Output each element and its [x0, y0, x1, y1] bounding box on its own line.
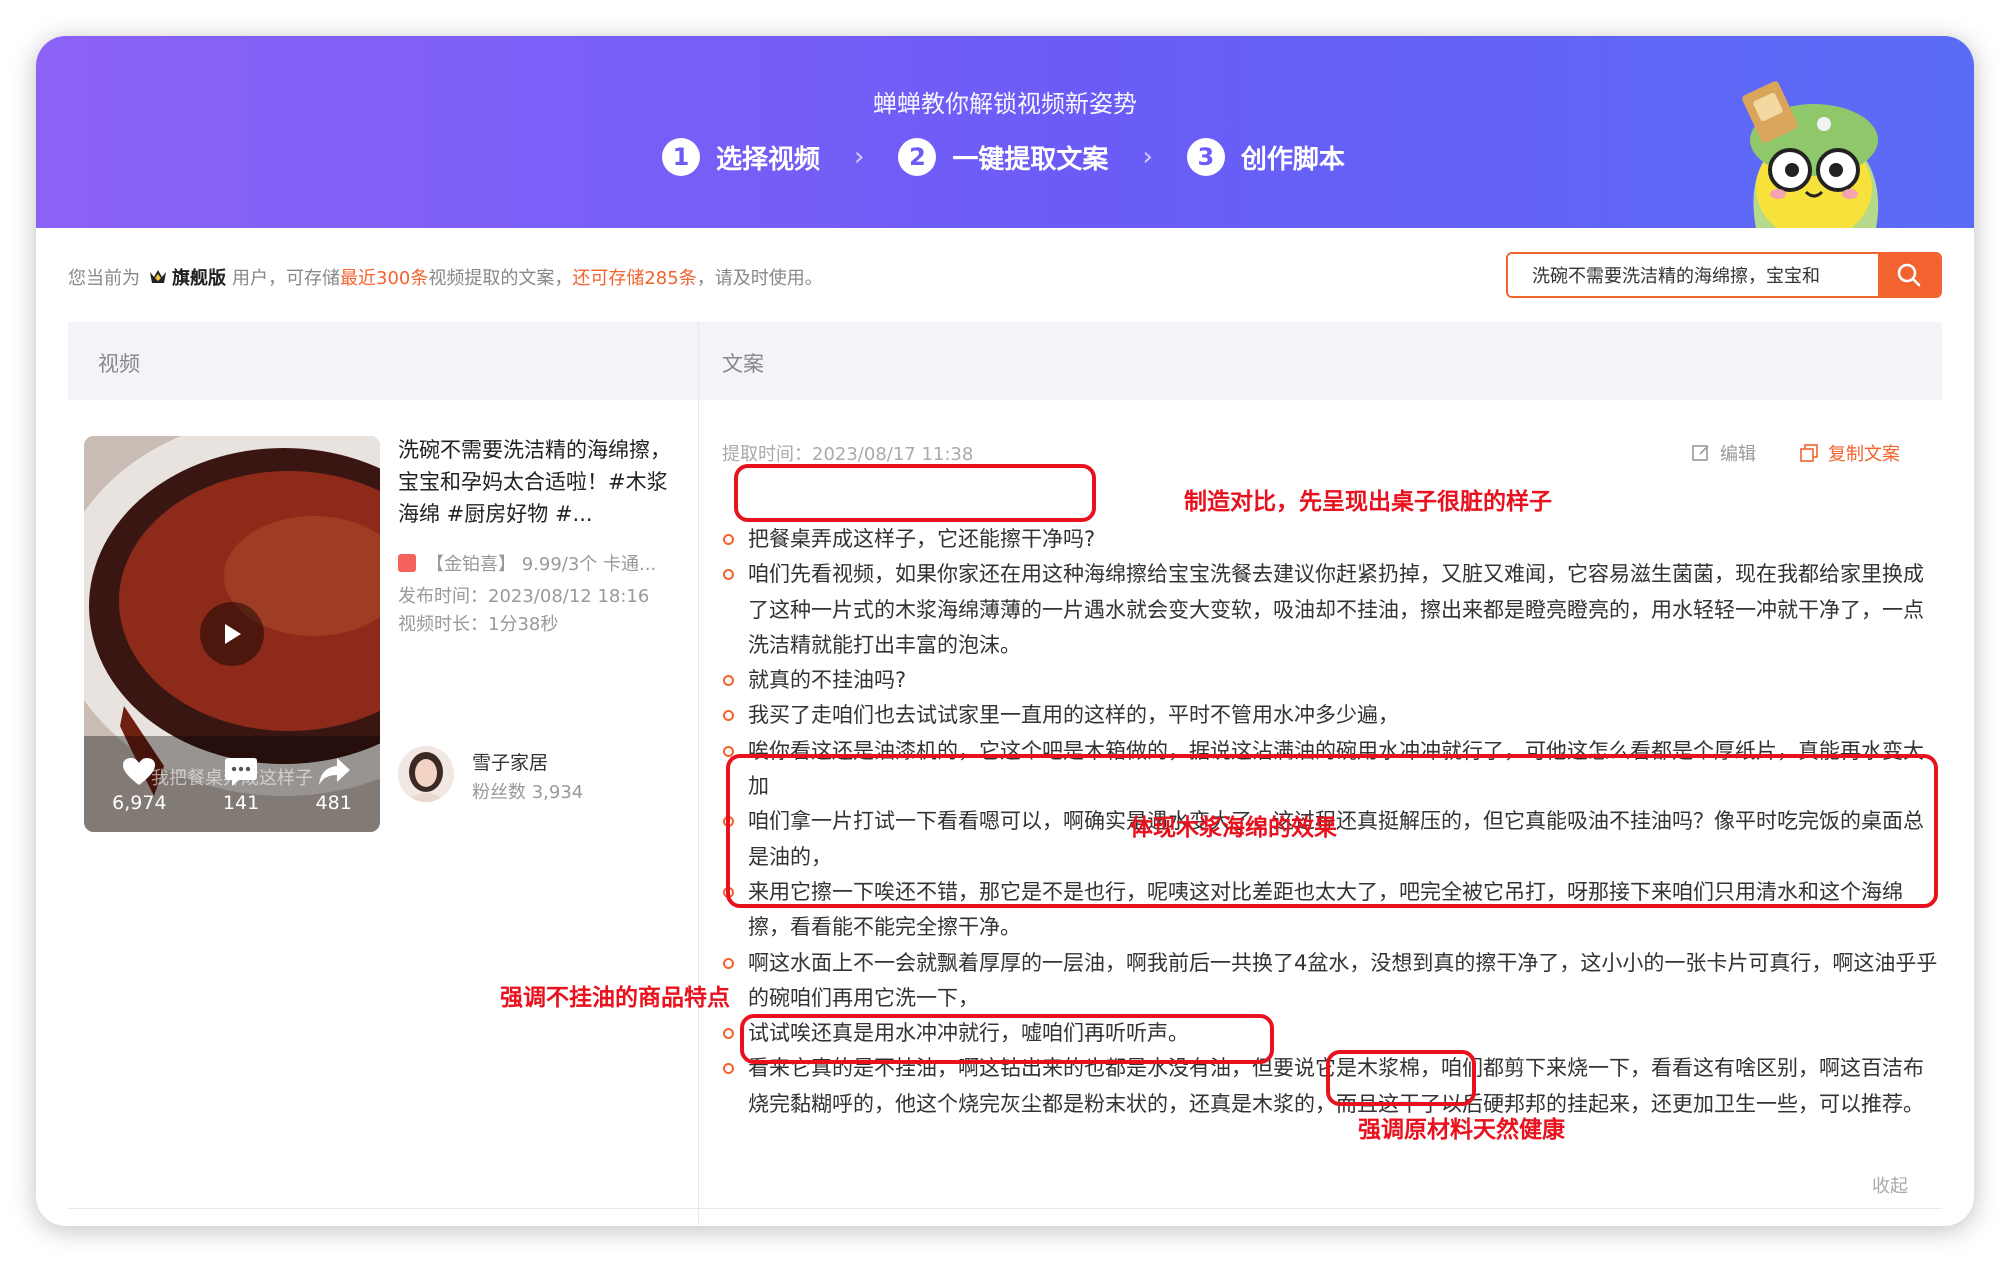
- column-divider: [698, 322, 699, 1226]
- annotation-box: [1326, 1050, 1476, 1106]
- author-fans: 粉丝数 3,934: [472, 782, 584, 803]
- copy-line: 啊这水面上不一会就飘着厚厚的一层油，啊我前后一共换了4盆水，没想到真的擦干净了，…: [722, 946, 1942, 1017]
- shop-icon: [398, 554, 416, 572]
- step-select-video: 1 选择视频: [662, 138, 820, 176]
- app-window: 蝉蝉教你解锁视频新姿势 1 选择视频 › 2 一键提取文案 › 3 创作脚本 您…: [36, 36, 1974, 1226]
- comments-stat: 141: [223, 758, 259, 814]
- heart-icon: [123, 758, 156, 785]
- likes-count: 6,974: [112, 792, 167, 814]
- banner-title: 蝉蝉教你解锁视频新姿势: [873, 90, 1137, 118]
- edit-icon: [1692, 445, 1709, 461]
- annotation-box: [740, 1014, 1274, 1064]
- plan-badge: 旗舰版: [172, 268, 226, 289]
- shares-count: 481: [315, 792, 352, 814]
- play-button[interactable]: [200, 602, 264, 666]
- step-extract-copy: 2 一键提取文案: [898, 138, 1108, 176]
- step-number: 3: [1186, 138, 1225, 176]
- step-label: 创作脚本: [1240, 144, 1345, 175]
- step-create-script: 3 创作脚本: [1186, 138, 1345, 176]
- info-text: 用户，可存储: [232, 268, 340, 289]
- copy-text-button[interactable]: 复制文案: [1800, 440, 1900, 466]
- storage-limit: 最近300条: [340, 268, 429, 289]
- shares-stat: 481: [316, 758, 352, 814]
- comments-count: 141: [222, 792, 260, 814]
- publish-time: 发布时间：2023/08/12 18:16: [398, 586, 650, 607]
- table-header: 视频 文案: [68, 322, 1942, 400]
- avatar[interactable]: [398, 746, 454, 802]
- copy-line: 咱们先看视频，如果你家还在用这种海绵擦给宝宝洗餐去建议你赶紧扔掉，又脏又难闻，它…: [722, 557, 1942, 663]
- edit-label: 编辑: [1720, 444, 1756, 465]
- avatar-image: [398, 746, 454, 802]
- product-tag[interactable]: 【金铂喜】 9.99/3个 卡通...: [398, 550, 688, 576]
- crown-icon: [150, 270, 166, 283]
- copy-label: 复制文案: [1828, 444, 1900, 465]
- column-header-copy: 文案: [722, 352, 764, 376]
- step-label: 选择视频: [716, 144, 821, 175]
- video-duration: 视频时长：1分38秒: [398, 614, 559, 635]
- author-name[interactable]: 雪子家居: [472, 748, 548, 775]
- info-text: ，请及时使用。: [696, 268, 823, 289]
- video-stats: 6,974 141 481: [84, 758, 380, 814]
- step-label: 一键提取文案: [952, 144, 1109, 175]
- annotation-label: 强调原材料天然健康: [1358, 1117, 1565, 1143]
- annotation-box: [734, 464, 1096, 522]
- column-header-video: 视频: [98, 352, 140, 376]
- step-number: 2: [898, 138, 937, 176]
- storage-remaining: 还可存储285条: [572, 268, 697, 289]
- search-button[interactable]: [1878, 254, 1940, 296]
- info-text: 视频提取的文案，: [428, 268, 573, 289]
- share-icon: [318, 758, 350, 785]
- storage-info: 您当前为 旗舰版 用户，可存储 最近300条 视频提取的文案， 还可存储285条…: [68, 264, 823, 290]
- video-title[interactable]: 洗碗不需要洗洁精的海绵擦，宝宝和孕妈太合适啦！#木浆海绵 #厨房好物 #...: [398, 434, 688, 530]
- product-tag-text: 【金铂喜】 9.99/3个 卡通...: [426, 554, 657, 575]
- copy-icon: [1800, 444, 1818, 462]
- comment-icon: [225, 758, 258, 786]
- chevron-right-icon: ›: [854, 142, 865, 172]
- video-thumbnail[interactable]: 我把餐桌弄成这样子 6,974 141 481: [84, 436, 380, 832]
- search-input[interactable]: [1508, 254, 1878, 296]
- annotation-label: 强调不挂油的商品特点: [500, 985, 730, 1011]
- extract-time: 提取时间：2023/08/17 11:38: [722, 444, 974, 465]
- row-divider: [68, 1208, 1942, 1209]
- copy-line: 我买了走咱们也去试试家里一直用的这样的，平时不管用水冲多少遍，: [722, 698, 1942, 733]
- copy-line: 就真的不挂油吗?: [722, 663, 1942, 698]
- likes-stat: 6,974: [112, 758, 167, 814]
- info-text: 您当前为: [68, 268, 140, 289]
- search-box: [1506, 252, 1942, 298]
- play-icon: [225, 624, 241, 644]
- annotation-label: 体现木浆海绵的效果: [1130, 815, 1337, 841]
- header-banner: 蝉蝉教你解锁视频新姿势 1 选择视频 › 2 一键提取文案 › 3 创作脚本: [36, 36, 1974, 228]
- annotation-label: 制造对比，先呈现出桌子很脏的样子: [1184, 489, 1552, 515]
- copy-line: 把餐桌弄成这样子，它还能擦干净吗?: [722, 522, 1942, 557]
- step-number: 1: [662, 138, 700, 176]
- collapse-button[interactable]: 收起: [1872, 1172, 1908, 1198]
- step-indicator: 1 选择视频 › 2 一键提取文案 › 3 创作脚本: [662, 138, 1345, 176]
- search-icon: [1897, 263, 1921, 287]
- edit-button[interactable]: 编辑: [1692, 440, 1756, 466]
- mascot-illustration: [1742, 81, 1879, 228]
- chevron-right-icon: ›: [1142, 142, 1153, 172]
